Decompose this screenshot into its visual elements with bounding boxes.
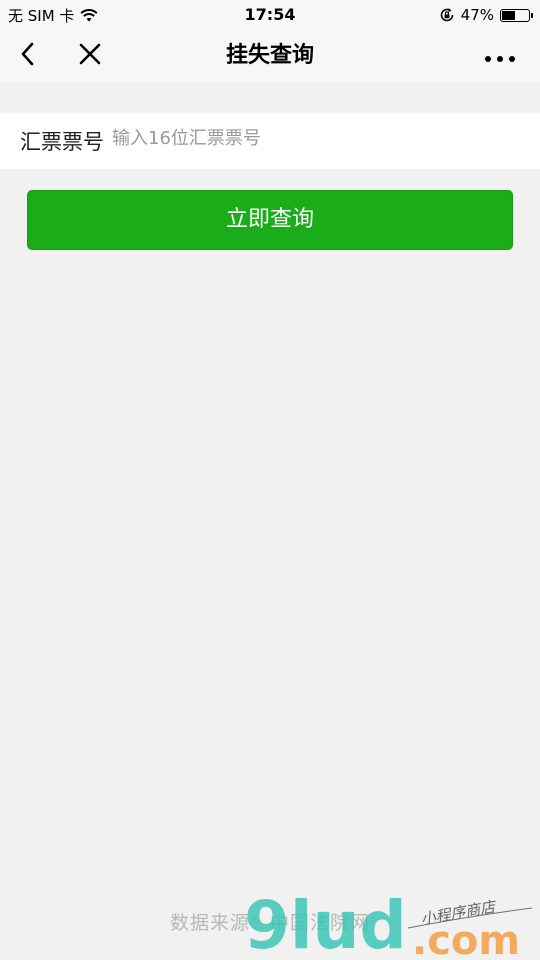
battery-fill	[502, 10, 516, 20]
status-bar: 无 SIM 卡 17:54 47%	[0, 0, 540, 30]
ticket-number-input[interactable]	[112, 123, 540, 153]
close-button[interactable]	[70, 30, 110, 82]
page-title: 挂失查询	[225, 43, 314, 68]
ticket-number-row: 汇票票号	[0, 113, 540, 169]
svg-text:9lud: 9lud	[244, 887, 407, 960]
back-button[interactable]	[8, 30, 48, 82]
battery-percent: 47%	[460, 6, 494, 24]
rotation-lock-icon	[439, 7, 455, 23]
status-right: 47%	[439, 4, 533, 26]
close-icon	[78, 42, 102, 70]
watermark-logo: 9lud .com 小程序商店	[244, 887, 533, 960]
nav-bar: 挂失查询	[0, 30, 540, 82]
ticket-number-label: 汇票票号	[20, 130, 104, 154]
more-button[interactable]	[472, 30, 528, 82]
battery-icon	[500, 8, 533, 22]
chevron-left-icon	[18, 41, 38, 71]
more-dots-icon	[482, 47, 518, 66]
query-button[interactable]: 立即查询	[27, 190, 513, 250]
